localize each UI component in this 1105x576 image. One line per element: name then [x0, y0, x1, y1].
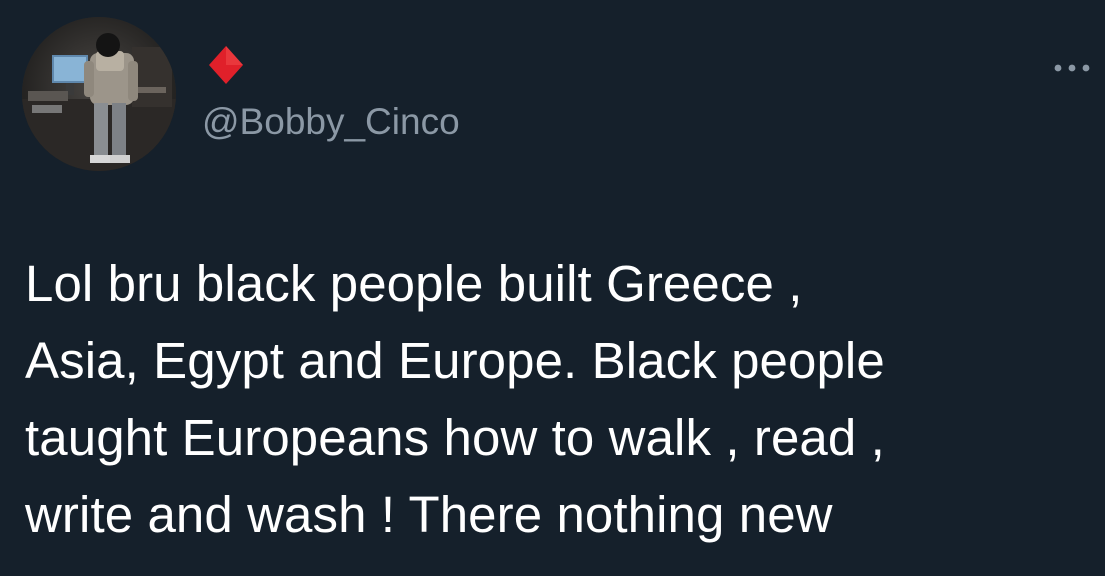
tweet-body-text: Lol bru black people built Greece , Asia…	[25, 255, 885, 543]
author-name-row[interactable]	[205, 44, 247, 86]
tweet-card: @Bobby_Cinco Lol bru black people built …	[0, 0, 1105, 576]
author-handle[interactable]: @Bobby_Cinco	[202, 98, 460, 146]
more-options-icon[interactable]	[1052, 56, 1092, 80]
red-diamond-emoji-icon	[205, 44, 247, 86]
avatar-photo	[22, 17, 176, 171]
avatar[interactable]	[22, 17, 176, 171]
